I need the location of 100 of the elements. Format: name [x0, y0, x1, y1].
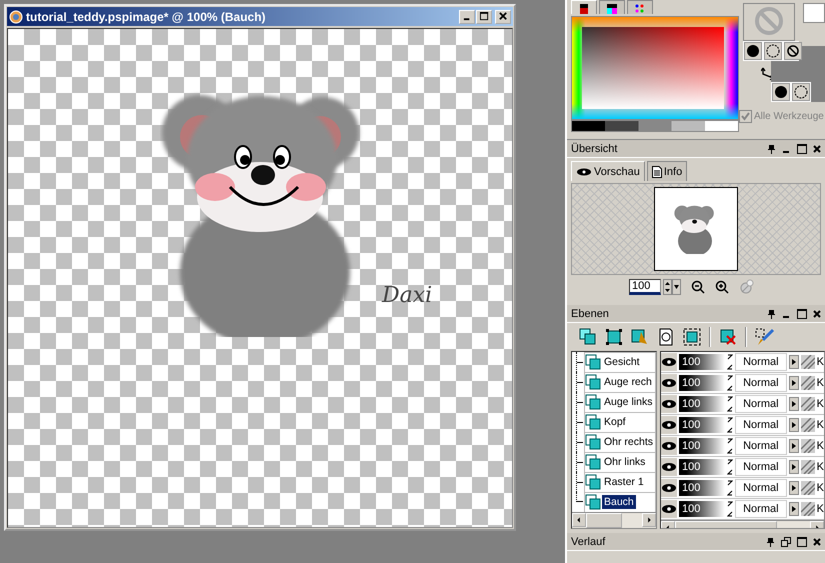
opacity-slider[interactable]: 100	[679, 396, 725, 412]
lock-pattern-icon[interactable]	[800, 439, 815, 453]
lock-pattern-icon[interactable]	[800, 355, 815, 369]
opacity-slider[interactable]: 100	[679, 501, 725, 517]
opacity-slider[interactable]: 100	[679, 417, 725, 433]
opacity-slider[interactable]: 100	[679, 354, 725, 370]
resize-arrows-icon[interactable]	[727, 375, 733, 391]
resize-arrows-icon[interactable]	[727, 438, 733, 454]
layer-icon	[585, 354, 601, 370]
eye-icon[interactable]	[661, 458, 677, 476]
layer-name-cell[interactable]: Auge rech	[584, 372, 656, 392]
resize-arrows-icon[interactable]	[727, 459, 733, 475]
resize-arrows-icon[interactable]	[727, 396, 733, 412]
panel-tab[interactable]: Vorschau	[571, 161, 645, 181]
lock-pattern-icon[interactable]	[800, 502, 815, 516]
document-icon	[652, 166, 662, 178]
maximize-icon[interactable]	[797, 144, 807, 154]
blend-mode-dropdown[interactable]: Normal	[735, 416, 787, 434]
delete-layer-icon[interactable]	[719, 328, 737, 346]
grayscale-strip[interactable]	[571, 120, 739, 132]
layer-icon	[585, 474, 601, 490]
color-spectrum[interactable]	[571, 16, 739, 120]
layer-name-cell[interactable]: Kopf	[584, 412, 656, 432]
minimize-button[interactable]	[459, 10, 475, 24]
eye-icon[interactable]	[661, 416, 677, 434]
maximize-icon[interactable]	[797, 536, 807, 546]
opacity-slider[interactable]: 100	[679, 438, 725, 454]
lock-pattern-icon[interactable]	[800, 418, 815, 432]
layer-name-cell[interactable]: Ohr rechts	[584, 432, 656, 452]
maximize-button[interactable]	[476, 10, 492, 24]
blend-mode-dropdown[interactable]: Normal	[735, 458, 787, 476]
close-button[interactable]	[495, 10, 511, 24]
horizontal-scrollbar[interactable]	[572, 512, 656, 528]
art-media-layer-icon[interactable]	[631, 328, 649, 346]
layer-name-cell[interactable]: Raster 1	[584, 472, 656, 492]
no-entry-icon	[754, 6, 784, 36]
layer-name-cell[interactable]: Bauch	[584, 492, 656, 512]
spin-arrows-icon[interactable]	[663, 279, 681, 295]
restore-icon[interactable]	[781, 536, 791, 546]
eye-icon[interactable]	[661, 437, 677, 455]
opacity-slider[interactable]: 100	[679, 480, 725, 496]
resize-arrows-icon[interactable]	[727, 501, 733, 517]
color-swatch[interactable]	[803, 3, 825, 23]
all-tools-label: Alle Werkzeuge	[754, 111, 824, 122]
lock-pattern-icon[interactable]	[800, 460, 815, 474]
eye-icon[interactable]	[661, 479, 677, 497]
resize-arrows-icon[interactable]	[727, 354, 733, 370]
layer-name-cell[interactable]: Gesicht	[584, 352, 656, 372]
pin-icon[interactable]	[767, 308, 776, 318]
panel-title: Ebenen	[571, 308, 609, 320]
blend-mode-dropdown[interactable]: Normal	[735, 479, 787, 497]
new-layer-icon[interactable]	[579, 328, 597, 346]
close-icon	[498, 12, 508, 21]
scroll-left-icon[interactable]	[572, 513, 586, 527]
zoom-out-icon[interactable]	[691, 280, 705, 294]
panel-tab[interactable]: Info	[646, 161, 688, 181]
lock-pattern-icon[interactable]	[800, 376, 815, 390]
eye-icon[interactable]	[661, 374, 677, 392]
color-style-icon[interactable]	[744, 42, 762, 60]
opacity-slider[interactable]: 100	[679, 459, 725, 475]
resize-arrows-icon[interactable]	[727, 417, 733, 433]
blend-mode-dropdown[interactable]: Normal	[735, 353, 787, 371]
eye-icon[interactable]	[661, 500, 677, 518]
layer-icon	[585, 454, 601, 470]
pin-icon[interactable]	[766, 536, 775, 546]
column-text: K	[816, 398, 824, 410]
column-text: K	[816, 356, 824, 368]
lock-pattern-icon[interactable]	[800, 481, 815, 495]
no-style-icon[interactable]	[784, 42, 802, 60]
lock-pattern-icon[interactable]	[800, 397, 815, 411]
pattern-style-icon[interactable]	[764, 42, 782, 60]
blend-mode-dropdown[interactable]: Normal	[735, 374, 787, 392]
zoom-field[interactable]: 100	[629, 279, 661, 295]
scroll-right-icon[interactable]	[642, 513, 656, 527]
pattern-style-icon[interactable]	[792, 83, 810, 101]
brush-icon[interactable]	[755, 328, 775, 346]
foreground-style-swatch[interactable]	[743, 3, 795, 41]
opacity-slider[interactable]: 100	[679, 375, 725, 391]
resize-arrows-icon[interactable]	[727, 480, 733, 496]
maximize-icon	[480, 12, 488, 21]
layer-name-cell[interactable]: Ohr links	[584, 452, 656, 472]
close-icon[interactable]	[813, 144, 821, 154]
maximize-icon[interactable]	[797, 308, 807, 318]
palette-tab[interactable]	[599, 0, 625, 14]
palette-icon	[577, 2, 591, 14]
eye-icon[interactable]	[661, 353, 677, 371]
blend-mode-dropdown[interactable]: Normal	[735, 437, 787, 455]
group-layer-icon[interactable]	[683, 328, 701, 346]
blend-mode-dropdown[interactable]: Normal	[735, 500, 787, 518]
pin-icon[interactable]	[767, 144, 776, 154]
scroll-thumb[interactable]	[586, 513, 622, 528]
blend-mode-dropdown[interactable]: Normal	[735, 395, 787, 413]
color-style-icon[interactable]	[772, 83, 790, 101]
close-icon[interactable]	[813, 308, 821, 318]
layer-name-cell[interactable]: Auge links	[584, 392, 656, 412]
eye-icon[interactable]	[661, 395, 677, 413]
new-vector-layer-icon[interactable]	[605, 328, 623, 346]
close-icon[interactable]	[813, 536, 821, 546]
zoom-in-icon[interactable]	[715, 280, 729, 294]
mask-layer-icon[interactable]	[657, 328, 675, 346]
